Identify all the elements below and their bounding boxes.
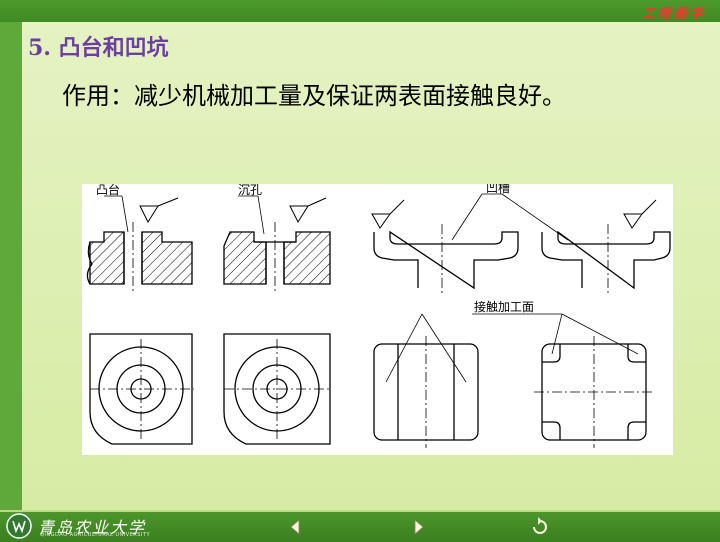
- label-contact-surface: 接触加工面: [474, 299, 534, 314]
- counterbore-plan-view: [223, 333, 332, 445]
- previous-slide-button[interactable]: [282, 514, 310, 540]
- counterbore-section-view: [223, 195, 331, 294]
- label-boss: 凸台: [96, 184, 120, 197]
- university-subtitle: QINGDAO AGRICULTURAL UNIVERSITY: [40, 532, 151, 538]
- next-slide-button[interactable]: [404, 514, 432, 540]
- university-logo-icon: [6, 513, 32, 539]
- header-tag: 工程图学: [641, 7, 706, 22]
- section-title: 5. 凸台和凹坑: [28, 35, 169, 61]
- technical-drawing: 凸台 沉孔 凹槽 接触加工面: [82, 184, 673, 455]
- boss-section-view: [86, 195, 193, 294]
- groove-side-view: [541, 199, 671, 296]
- label-groove: 凹槽: [486, 184, 510, 195]
- groove-front-view: [371, 193, 569, 296]
- groove-top-view: [373, 313, 479, 448]
- bottom-bar: 青岛农业大学 QINGDAO AGRICULTURAL UNIVERSITY: [0, 510, 720, 542]
- top-bar: 工程图学: [0, 0, 720, 22]
- pad-top-view: [472, 313, 654, 448]
- description-text: 作用：减少机械加工量及保证两表面接触良好。: [62, 82, 566, 110]
- boss-plan-view: [89, 333, 194, 445]
- return-icon[interactable]: [526, 514, 554, 540]
- label-counterbore: 沉孔: [238, 184, 262, 197]
